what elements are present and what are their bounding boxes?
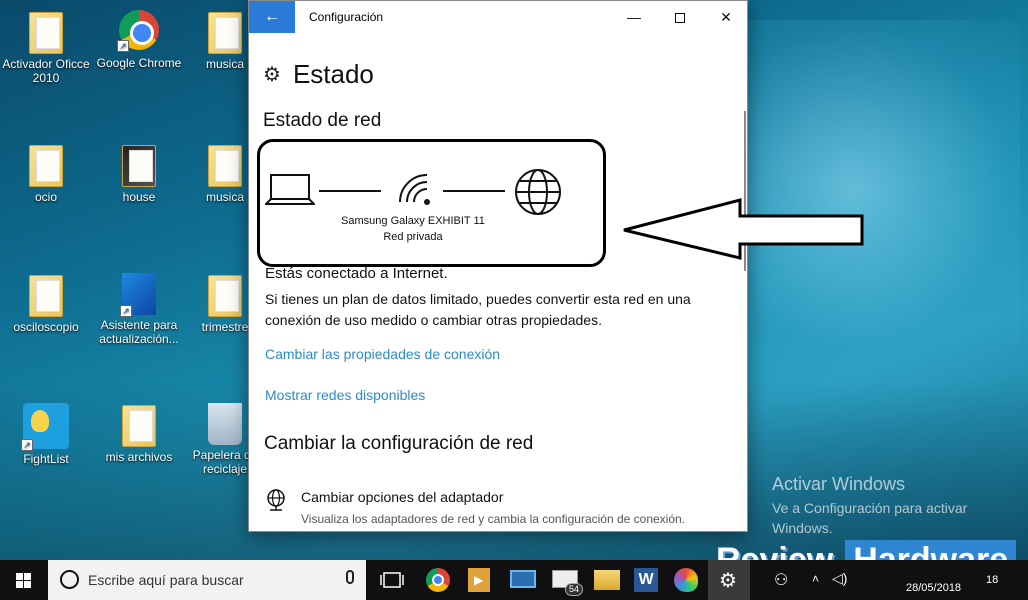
folder-icon xyxy=(29,12,63,54)
play-icon: ▶ xyxy=(474,573,484,587)
title-bar[interactable]: ← Configuración — ✕ xyxy=(249,1,747,33)
date-text[interactable]: 28/05/2018 xyxy=(906,582,961,594)
search-box[interactable]: Escribe aquí para buscar xyxy=(48,560,366,600)
search-placeholder: Escribe aquí para buscar xyxy=(88,572,244,588)
notification-count: 18 xyxy=(986,574,999,586)
desktop-icon-google-chrome[interactable]: ↗ Google Chrome xyxy=(93,10,185,70)
show-available-networks-link[interactable]: Mostrar redes disponibles xyxy=(265,387,425,403)
chevron-up-icon[interactable]: ˄ xyxy=(812,572,819,586)
folder-icon xyxy=(208,12,242,54)
folder-icon xyxy=(208,275,242,317)
desktop-icon-fightlist[interactable]: ↗ FightList xyxy=(0,403,92,466)
mail-icon[interactable]: 54 xyxy=(552,570,584,596)
annotation-arrow-icon xyxy=(623,198,864,260)
window-title: Configuración xyxy=(309,10,384,24)
volume-icon[interactable]: ◁) xyxy=(832,570,847,587)
folder-icon xyxy=(29,275,63,317)
page-title: Estado xyxy=(292,59,374,89)
connected-status: Estás conectado a Internet. xyxy=(265,265,448,282)
windows-logo-icon xyxy=(16,573,31,588)
fightlist-icon: ↗ xyxy=(21,403,69,451)
gear-icon: ⚙ xyxy=(263,64,281,86)
annotation-highlight-box xyxy=(257,139,606,267)
start-button[interactable] xyxy=(0,560,48,600)
word-icon[interactable]: W xyxy=(634,568,658,592)
media-player-icon[interactable]: ▶ xyxy=(468,568,490,592)
chrome-taskbar-icon[interactable] xyxy=(426,568,450,592)
desktop-icon-ocio[interactable]: ocio xyxy=(0,145,92,204)
chrome-center-icon xyxy=(432,574,444,586)
desktop-icon-label: Activador Oficce 2010 xyxy=(2,57,90,85)
laptop-app-icon[interactable] xyxy=(510,570,536,588)
chrome-icon: ↗ xyxy=(117,10,159,52)
network-adapter-icon xyxy=(267,489,285,511)
people-icon[interactable]: ⚇ xyxy=(774,570,788,590)
desktop-icon-label: house xyxy=(122,190,156,204)
activate-subtitle: Ve a Configuración para activar Windows. xyxy=(772,500,968,536)
cortana-icon xyxy=(60,570,79,589)
close-button[interactable]: ✕ xyxy=(703,1,747,33)
page-header: ⚙ Estado xyxy=(263,59,374,90)
desktop-icon-house[interactable]: house xyxy=(93,145,185,204)
back-arrow-icon: ← xyxy=(264,8,280,25)
activate-windows-watermark: Activar Windows Ve a Configuración para … xyxy=(772,474,1012,538)
desktop-icon-label: Google Chrome xyxy=(96,56,182,70)
metered-description: Si tienes un plan de datos limitado, pue… xyxy=(265,291,691,328)
network-status-heading: Estado de red xyxy=(263,110,382,131)
taskbar: Escribe aquí para buscar ▶ 54 W ⚙ ⚇ ˄ ◁)… xyxy=(0,560,1028,600)
recycle-bin-icon xyxy=(208,403,242,445)
back-button[interactable]: ← xyxy=(249,1,295,33)
desktop-icon-label: mis archivos xyxy=(105,450,173,464)
activate-title: Activar Windows xyxy=(772,474,906,494)
adapter-options-description: Visualiza los adaptadores de red y cambi… xyxy=(301,512,686,526)
settings-content: ⚙ Estado Estado de red Samsung Galaxy EX… xyxy=(257,33,747,531)
maximize-icon xyxy=(675,13,685,24)
adapter-options-title: Cambiar opciones del adaptador xyxy=(301,489,504,505)
mail-badge: 54 xyxy=(565,583,584,596)
windows-update-icon: ↗ xyxy=(120,273,156,317)
shortcut-arrow-icon: ↗ xyxy=(117,40,129,52)
folder-icon xyxy=(208,145,242,187)
settings-window: ← Configuración — ✕ ⚙ Estado Estado de r… xyxy=(248,0,748,532)
change-connection-properties-link[interactable]: Cambiar las propiedades de conexión xyxy=(265,346,500,362)
gear-icon: ⚙ xyxy=(719,570,737,592)
desktop-icon-label: osciloscopio xyxy=(13,320,79,334)
file-explorer-icon[interactable] xyxy=(594,570,620,590)
desktop-icon-asistente[interactable]: ↗ Asistente para actualización... xyxy=(93,273,185,346)
desktop-icon-activador[interactable]: Activador Oficce 2010 xyxy=(0,12,92,85)
desktop-icon-label: Asistente para actualización... xyxy=(99,318,179,346)
folder-icon xyxy=(122,405,156,447)
shortcut-arrow-icon: ↗ xyxy=(120,305,132,317)
minimize-icon: — xyxy=(627,9,641,25)
desktop-icon-label: FightList xyxy=(23,452,69,466)
minimize-button[interactable]: — xyxy=(611,1,657,33)
desktop-icon-mis-archivos[interactable]: mis archivos xyxy=(93,405,185,464)
shortcut-arrow-icon: ↗ xyxy=(21,439,33,451)
folder-icon xyxy=(122,145,156,187)
notification-center-icon[interactable]: 18 xyxy=(986,572,998,586)
microphone-icon[interactable] xyxy=(346,570,354,584)
change-network-config-heading: Cambiar la configuración de red xyxy=(264,433,534,454)
folder-icon xyxy=(29,145,63,187)
paint-icon[interactable] xyxy=(674,568,698,592)
settings-taskbar-button[interactable]: ⚙ xyxy=(708,560,750,600)
close-icon: ✕ xyxy=(720,9,732,25)
task-view-icon[interactable] xyxy=(378,566,406,594)
desktop-icon-osciloscopio[interactable]: osciloscopio xyxy=(0,275,92,334)
maximize-button[interactable] xyxy=(657,1,703,33)
desktop-icon-label: ocio xyxy=(34,190,57,204)
